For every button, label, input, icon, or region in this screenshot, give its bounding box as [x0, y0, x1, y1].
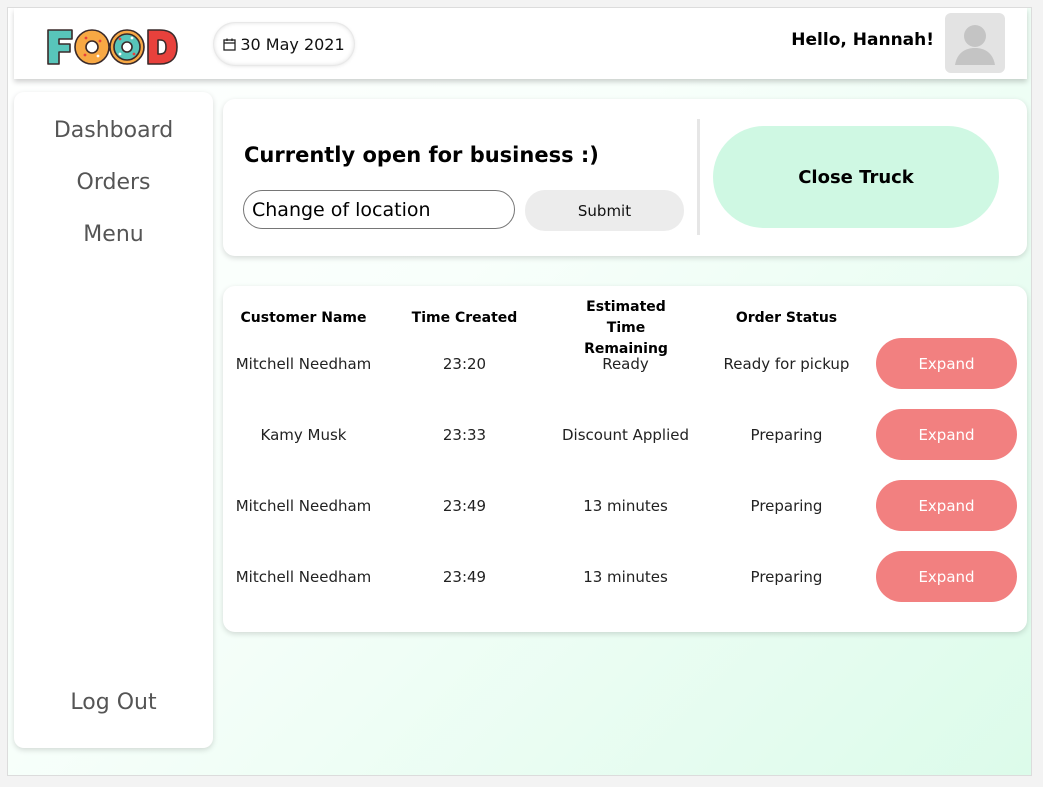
close-truck-button[interactable]: Close Truck [713, 126, 999, 228]
time-remaining: 13 minutes [583, 568, 668, 586]
order-status: Ready for pickup [723, 355, 850, 373]
calendar-icon [223, 38, 236, 51]
time-created: 23:33 [442, 426, 487, 444]
column-header-customer: Customer Name [240, 310, 367, 326]
time-created: 23:49 [442, 497, 487, 515]
time-created: 23:20 [442, 355, 487, 373]
customer-name: Mitchell Needham [235, 497, 372, 515]
order-status: Preparing [750, 497, 823, 515]
sidebar: Dashboard Orders Menu Log Out [14, 92, 213, 748]
expand-button[interactable]: Expand [876, 480, 1017, 531]
business-status-title: Currently open for business :) [244, 143, 599, 167]
expand-button[interactable]: Expand [876, 409, 1017, 460]
app-frame: 30 May 2021 Hello, Hannah! Dashboard Ord… [7, 7, 1032, 776]
submit-button[interactable]: Submit [525, 190, 684, 231]
orders-table: Customer Name Time Created Estimated Tim… [223, 286, 1027, 632]
customer-name: Mitchell Needham [235, 568, 372, 586]
time-remaining: Ready [602, 355, 649, 373]
food-logo[interactable] [46, 27, 178, 67]
table-row: Mitchell Needham 23:20 Ready Ready for p… [223, 338, 1027, 390]
top-bar: 30 May 2021 Hello, Hannah! [14, 8, 1027, 79]
expand-button[interactable]: Expand [876, 338, 1017, 389]
customer-name: Kamy Musk [260, 426, 347, 444]
vertical-divider [697, 119, 700, 235]
sidebar-item-orders[interactable]: Orders [14, 170, 213, 195]
greeting-text: Hello, Hannah! [791, 30, 934, 50]
time-remaining: 13 minutes [583, 497, 668, 515]
location-input[interactable] [243, 190, 515, 229]
business-status-card: Currently open for business :) Submit Cl… [223, 99, 1027, 256]
time-created: 23:49 [442, 568, 487, 586]
logout-link[interactable]: Log Out [14, 690, 213, 715]
customer-name: Mitchell Needham [235, 355, 372, 373]
user-avatar-icon[interactable] [945, 13, 1005, 73]
table-row: Mitchell Needham 23:49 13 minutes Prepar… [223, 480, 1027, 532]
expand-button[interactable]: Expand [876, 551, 1017, 602]
date-display[interactable]: 30 May 2021 [214, 23, 354, 65]
table-row: Kamy Musk 23:33 Discount Applied Prepari… [223, 409, 1027, 461]
order-status: Preparing [750, 426, 823, 444]
order-status: Preparing [750, 568, 823, 586]
time-remaining: Discount Applied [561, 426, 689, 444]
sidebar-item-menu[interactable]: Menu [14, 222, 213, 247]
date-text: 30 May 2021 [240, 34, 345, 54]
column-header-order-status: Order Status [735, 310, 838, 326]
column-header-time-created: Time Created [411, 310, 518, 326]
table-row: Mitchell Needham 23:49 13 minutes Prepar… [223, 551, 1027, 603]
sidebar-item-dashboard[interactable]: Dashboard [14, 118, 213, 143]
